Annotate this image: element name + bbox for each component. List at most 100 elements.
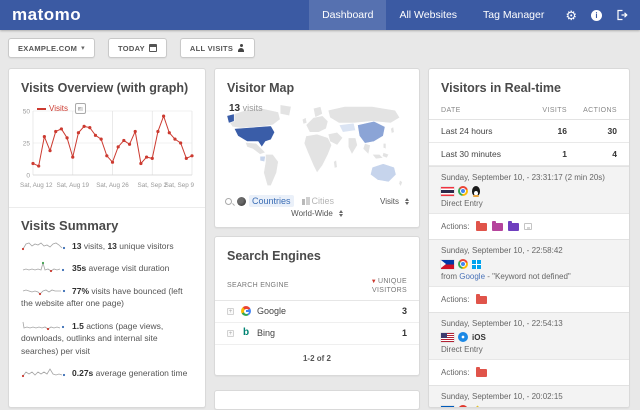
sparkline: [21, 366, 67, 379]
zoom-out-icon[interactable]: [225, 198, 232, 205]
map-region-select[interactable]: World-Wide: [215, 207, 419, 218]
visitor-date: Sunday, September 10, - 23:31:17 (2 min …: [441, 173, 617, 182]
engine-name[interactable]: Bing: [257, 328, 275, 338]
summary-row-duration: 35s average visit duration: [9, 261, 205, 275]
navbar: matomo Dashboard All Websites Tag Manage…: [0, 0, 640, 30]
chrome-browser-icon: [458, 186, 468, 196]
map-india: [348, 138, 357, 155]
table-row-bing[interactable]: + b Bing 1: [215, 323, 419, 345]
svg-text:Sat, Aug 12: Sat, Aug 12: [20, 182, 53, 189]
summary-row-bounce: 77% visits have bounced (left the websit…: [9, 284, 205, 311]
map-russia: [328, 107, 400, 124]
map-country-colombia: [260, 156, 266, 162]
windows-os-icon: [472, 260, 481, 269]
pagination-label: 1-2 of 2: [215, 345, 419, 363]
linux-os-icon: [472, 186, 480, 196]
map-mode-cities[interactable]: Cities: [312, 196, 335, 206]
row-actions: 4: [567, 149, 617, 159]
map-country-china: [357, 121, 385, 143]
signout-icon[interactable]: [616, 9, 628, 21]
visitor-icons: iOS: [441, 332, 617, 342]
map-metric-select[interactable]: Visits: [380, 197, 409, 206]
svg-text:0: 0: [26, 172, 30, 179]
table-row-last-24h: Last 24 hours 16 30: [429, 120, 629, 143]
visitor-referrer: Direct Entry: [441, 199, 617, 208]
folder-magenta-icon[interactable]: [492, 223, 503, 231]
engine-value: 1: [402, 328, 407, 338]
site-selector-label: EXAMPLE.COM: [18, 44, 77, 53]
thailand-flag-icon: [441, 187, 454, 196]
map-visits-label: 13 visits: [229, 103, 263, 114]
os-label: iOS: [472, 333, 486, 342]
visitor-entry: Sunday, September 10, - 20:02:15: [429, 385, 629, 408]
engine-name[interactable]: Google: [257, 306, 286, 316]
selector-toolbar: EXAMPLE.COM ▾ TODAY ALL VISITS: [0, 30, 640, 66]
map-europe: [306, 116, 328, 133]
select-arrows-icon: [339, 210, 343, 217]
expand-icon[interactable]: +: [227, 308, 234, 315]
folder-violet-icon[interactable]: [508, 223, 519, 231]
left-column-card: Visits Overview (with graph) Visits 0255…: [8, 68, 206, 408]
calendar-icon: [149, 44, 157, 52]
summary-row-actions: 1.5 actions (page views, downloads, outl…: [9, 319, 205, 358]
buildings-icon: [302, 197, 310, 205]
map-philippines: [383, 143, 386, 149]
map-africa: [304, 134, 332, 173]
visitor-entry: Sunday, September 10, - 22:54:13iOSDirec…: [429, 312, 629, 385]
globe-icon: [237, 197, 246, 206]
info-icon[interactable]: i: [591, 10, 602, 21]
date-selector-button[interactable]: TODAY: [108, 38, 167, 58]
svg-text:25: 25: [23, 140, 31, 147]
segment-selector-button[interactable]: ALL VISITS: [180, 38, 255, 58]
chevron-down-icon: ▾: [81, 44, 85, 52]
google-logo-icon: [241, 306, 251, 316]
svg-text:Sat, Aug 19: Sat, Aug 19: [56, 182, 89, 189]
referrer-link[interactable]: Google: [459, 272, 485, 281]
yellow-diamond-os-icon: [473, 405, 483, 408]
sparkline: [21, 261, 67, 274]
settings-gear-icon[interactable]: ⚙: [565, 9, 577, 22]
column-header-unique-visitors[interactable]: ▼UNIQUE VISITORS: [353, 277, 407, 296]
folder-red-icon[interactable]: [476, 296, 487, 304]
nav-item-dashboard[interactable]: Dashboard: [309, 0, 386, 30]
ukraine-flag-icon: [441, 406, 454, 409]
bing-logo-icon: b: [241, 328, 251, 338]
realtime-title: Visitors in Real-time: [429, 69, 629, 101]
expand-icon[interactable]: +: [227, 330, 234, 337]
visitor-date: Sunday, September 10, - 22:58:42: [441, 246, 617, 255]
map-country-alaska: [227, 114, 234, 123]
folder-red-icon[interactable]: [476, 223, 487, 231]
sort-desc-icon: ▼: [371, 279, 377, 285]
table-row-last-30min: Last 30 minutes 1 4: [429, 143, 629, 166]
column-header-search-engine[interactable]: SEARCH ENGINE: [227, 277, 289, 289]
map-se-asia: [363, 143, 370, 154]
world-map[interactable]: [225, 101, 409, 193]
map-mode-countries[interactable]: Countries: [249, 195, 294, 207]
visitor-head: Sunday, September 10, - 20:02:15: [429, 385, 629, 408]
usa-flag-icon: [441, 333, 454, 342]
visitor-head: Sunday, September 10, - 22:58:42from Goo…: [429, 239, 629, 287]
image-gray-icon[interactable]: [524, 223, 532, 230]
visits-line-chart: 02550Sat, Aug 12Sat, Aug 19Sat, Aug 26Sa…: [19, 103, 195, 193]
map-south-america: [264, 154, 279, 185]
svg-text:Sat, Sep 2: Sat, Sep 2: [138, 182, 168, 189]
nav-item-all-websites[interactable]: All Websites: [386, 0, 470, 30]
visits-summary-title: Visits Summary: [9, 208, 205, 239]
folder-red-icon[interactable]: [476, 369, 487, 377]
visitor-actions-row: Actions:: [429, 214, 629, 239]
row-visits: 1: [521, 149, 567, 159]
map-greenland: [280, 105, 291, 116]
safari-browser-icon: [458, 332, 468, 342]
table-row-google[interactable]: + Google 3: [215, 301, 419, 323]
philippines-flag-icon: [441, 260, 454, 269]
visitor-head: Sunday, September 10, - 23:31:17 (2 min …: [429, 166, 629, 214]
legend-line-swatch: [37, 108, 46, 110]
column-header-date: DATE: [441, 107, 461, 114]
site-selector-button[interactable]: EXAMPLE.COM ▾: [8, 38, 95, 58]
column-header-visits: VISITS: [521, 107, 567, 114]
export-image-icon[interactable]: [75, 103, 86, 114]
visitor-date: Sunday, September 10, - 20:02:15: [441, 392, 617, 401]
matomo-logo[interactable]: matomo: [12, 5, 81, 25]
visitor-entry: Sunday, September 10, - 23:31:17 (2 min …: [429, 166, 629, 239]
nav-item-tag-manager[interactable]: Tag Manager: [470, 0, 557, 30]
